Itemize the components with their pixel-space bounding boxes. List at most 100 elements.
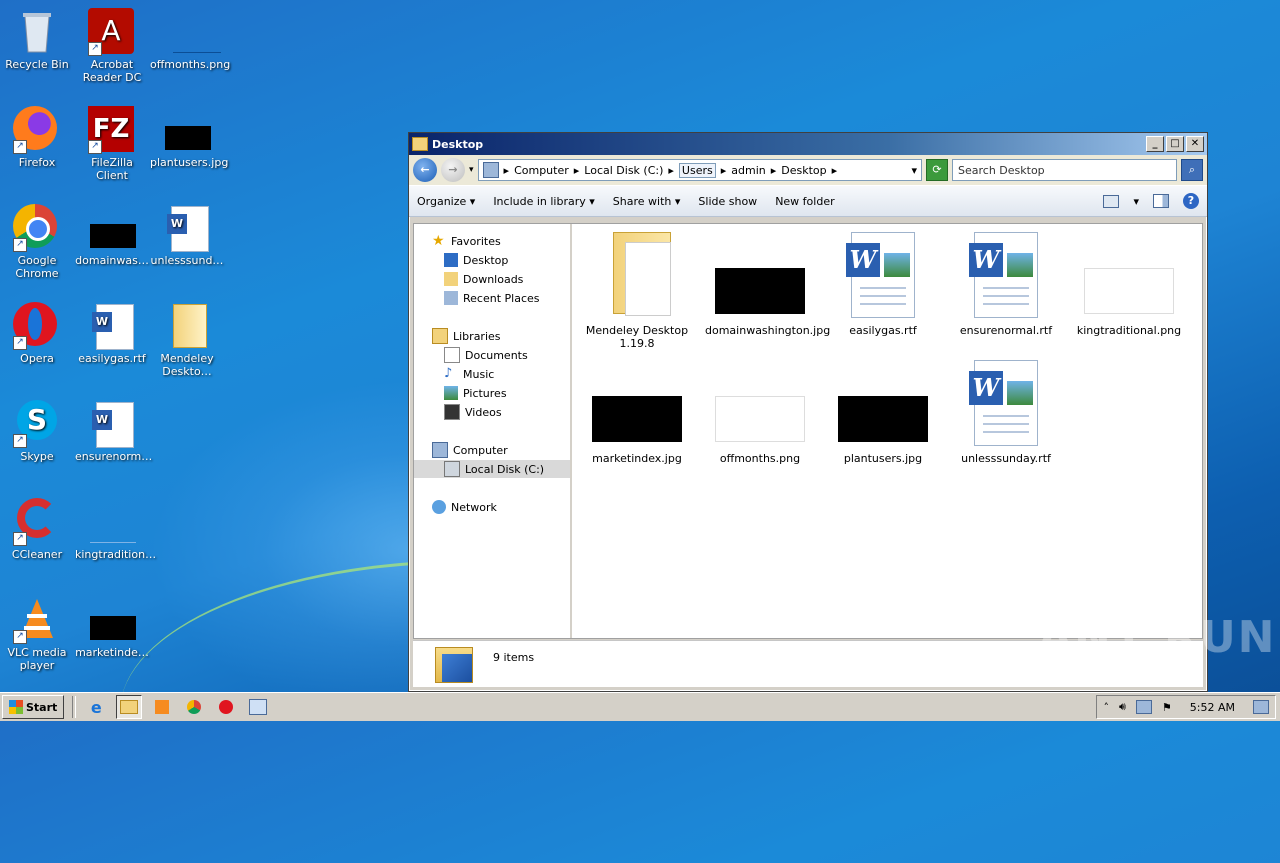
start-button[interactable]: Start	[2, 695, 65, 719]
desktop-icon-ensurenormal[interactable]: W ensurenorm…	[75, 400, 152, 463]
desktop-icon-chrome[interactable]: ↗ Google Chrome	[0, 204, 74, 280]
help-icon[interactable]: ?	[1183, 193, 1199, 209]
file-name: marketindex.jpg	[592, 452, 682, 465]
slide-show-button[interactable]: Slide show	[698, 195, 757, 208]
desktop-icon-filezilla[interactable]: FZ ↗ FileZilla Client	[75, 106, 149, 182]
view-options-dropdown[interactable]: ▾	[1133, 195, 1139, 208]
new-folder-button[interactable]: New folder	[775, 195, 834, 208]
desktop-icon-acrobat[interactable]: A ↗ Acrobat Reader DC	[75, 8, 149, 84]
file-item[interactable]: Mendeley Desktop 1.19.8	[582, 232, 692, 350]
volume-icon[interactable]: 🔊︎	[1119, 700, 1126, 714]
breadcrumb-separator[interactable]: ▸	[504, 164, 510, 177]
breadcrumb-admin[interactable]: admin	[731, 164, 765, 177]
recent-pages-dropdown[interactable]: ▾	[469, 165, 474, 175]
videos-icon	[444, 404, 460, 420]
search-icon[interactable]: ⌕	[1181, 159, 1203, 181]
png-thumbnail	[163, 8, 221, 56]
file-item[interactable]: marketindex.jpg	[582, 360, 692, 465]
desktop-icon-unlesssunday[interactable]: W unlesssund…	[150, 204, 224, 267]
address-dropdown[interactable]: ▾	[911, 164, 917, 177]
star-icon: ★	[432, 233, 445, 249]
file-item[interactable]: W ensurenormal.rtf	[951, 232, 1061, 337]
forward-button[interactable]: →	[441, 158, 465, 182]
share-with-menu[interactable]: Share with ▾	[613, 195, 681, 208]
nav-computer[interactable]: Computer	[432, 441, 508, 459]
include-in-library-menu[interactable]: Include in library ▾	[493, 195, 594, 208]
breadcrumb-separator[interactable]: ▸	[832, 164, 838, 177]
file-item[interactable]: W easilygas.rtf	[828, 232, 938, 337]
opera-taskbar-icon[interactable]	[214, 696, 238, 718]
desktop-icon-mendeley-folder[interactable]: Mendeley Deskto…	[150, 302, 224, 378]
nav-videos[interactable]: Videos	[444, 403, 502, 421]
preview-pane-icon[interactable]	[1153, 194, 1169, 208]
desktop-icon-label: easilygas.rtf	[78, 352, 146, 365]
nav-downloads[interactable]: Downloads	[444, 270, 523, 288]
share-with-label: Share with	[612, 194, 672, 208]
file-item[interactable]: offmonths.png	[705, 360, 815, 465]
explorer-taskbar-icon[interactable]	[116, 695, 143, 719]
file-name: offmonths.png	[719, 452, 801, 465]
recent-places-icon	[444, 291, 458, 305]
clock[interactable]: 5:52 AM	[1182, 701, 1243, 714]
back-button[interactable]: ←	[413, 158, 437, 182]
desktop-icon-plantusers[interactable]: plantusers.jpg	[150, 106, 228, 169]
refresh-button[interactable]: ⟳	[926, 159, 948, 181]
search-input[interactable]: Search Desktop	[958, 164, 1045, 177]
desktop-icon-easilygas[interactable]: W easilygas.rtf	[75, 302, 149, 365]
nav-network[interactable]: Network	[432, 498, 497, 516]
documents-icon	[444, 347, 460, 363]
file-item[interactable]: kingtraditional.png	[1074, 232, 1184, 337]
media-player-icon[interactable]	[150, 696, 174, 718]
breadcrumb-users[interactable]: Users	[678, 162, 716, 178]
show-desktop-button[interactable]	[1253, 700, 1269, 714]
nav-recent-places[interactable]: Recent Places	[444, 289, 540, 307]
breadcrumb-desktop[interactable]: Desktop	[781, 164, 826, 177]
nav-libraries[interactable]: Libraries	[432, 327, 501, 345]
nav-local-disk[interactable]: Local Disk (C:)	[414, 460, 570, 478]
jpg-thumbnail	[838, 360, 928, 448]
change-view-icon[interactable]	[1103, 194, 1120, 208]
file-item[interactable]: plantusers.jpg	[828, 360, 938, 465]
desktop-icon-ccleaner[interactable]: ↗ CCleaner	[0, 498, 74, 561]
breadcrumb-separator[interactable]: ▸	[668, 164, 674, 177]
desktop-icon-domainwashington[interactable]: domainwas…	[75, 204, 149, 267]
breadcrumb-local-disk[interactable]: Local Disk (C:)	[584, 164, 663, 177]
nav-favorites[interactable]: ★ Favorites	[432, 232, 501, 250]
show-hidden-icons-button[interactable]: ˄	[1103, 701, 1109, 714]
nav-desktop[interactable]: Desktop	[444, 251, 508, 269]
file-name: unlesssunday.rtf	[961, 452, 1051, 465]
breadcrumb-separator[interactable]: ▸	[771, 164, 777, 177]
desktop-icon-skype[interactable]: S ↗ Skype	[0, 400, 74, 463]
breadcrumb-computer[interactable]: Computer	[514, 164, 569, 177]
nav-documents[interactable]: Documents	[444, 346, 528, 364]
action-center-flag-icon[interactable]: ⚑	[1162, 701, 1172, 714]
window-taskbar-icon[interactable]	[246, 696, 270, 718]
organize-menu[interactable]: Organize ▾	[417, 195, 475, 208]
desktop-icon-marketindex[interactable]: marketinde…	[75, 596, 149, 659]
address-row: ← → ▾ ▸ Computer ▸ Local Disk (C:) ▸ Use…	[409, 155, 1207, 185]
maximize-button[interactable]: □	[1166, 136, 1184, 152]
nav-music[interactable]: ♪ Music	[444, 365, 494, 383]
close-button[interactable]: ✕	[1186, 136, 1204, 152]
desktop-icon-firefox[interactable]: ↗ Firefox	[0, 106, 74, 169]
file-item[interactable]: domainwashington.jpg	[705, 232, 830, 337]
chrome-taskbar-icon[interactable]	[182, 696, 206, 718]
search-field[interactable]: Search Desktop	[952, 159, 1177, 181]
nav-pictures[interactable]: Pictures	[444, 384, 507, 402]
network-status-icon[interactable]	[1135, 700, 1152, 714]
internet-explorer-icon[interactable]: e	[84, 696, 108, 718]
title-bar[interactable]: Desktop _ □ ✕	[409, 133, 1207, 155]
breadcrumb-separator[interactable]: ▸	[721, 164, 727, 177]
desktop-icon-recycle-bin[interactable]: Recycle Bin	[0, 8, 74, 71]
explorer-body: ★ Favorites Desktop Downloads Recent Plac…	[413, 223, 1203, 639]
minimize-button[interactable]: _	[1146, 136, 1164, 152]
explorer-window[interactable]: Desktop _ □ ✕ ← → ▾ ▸ Computer ▸ Local D…	[408, 132, 1208, 692]
file-item[interactable]: W unlesssunday.rtf	[951, 360, 1061, 465]
organize-label: Organize	[417, 194, 467, 208]
desktop-icon-kingtraditional[interactable]: kingtradition…	[75, 498, 156, 561]
address-bar[interactable]: ▸ Computer ▸ Local Disk (C:) ▸ Users ▸ a…	[477, 159, 922, 181]
desktop-icon-offmonths[interactable]: offmonths.png	[150, 8, 230, 71]
desktop-icon-vlc[interactable]: ↗ VLC media player	[0, 596, 74, 672]
desktop-icon-opera[interactable]: ↗ Opera	[0, 302, 74, 365]
breadcrumb-separator[interactable]: ▸	[574, 164, 580, 177]
